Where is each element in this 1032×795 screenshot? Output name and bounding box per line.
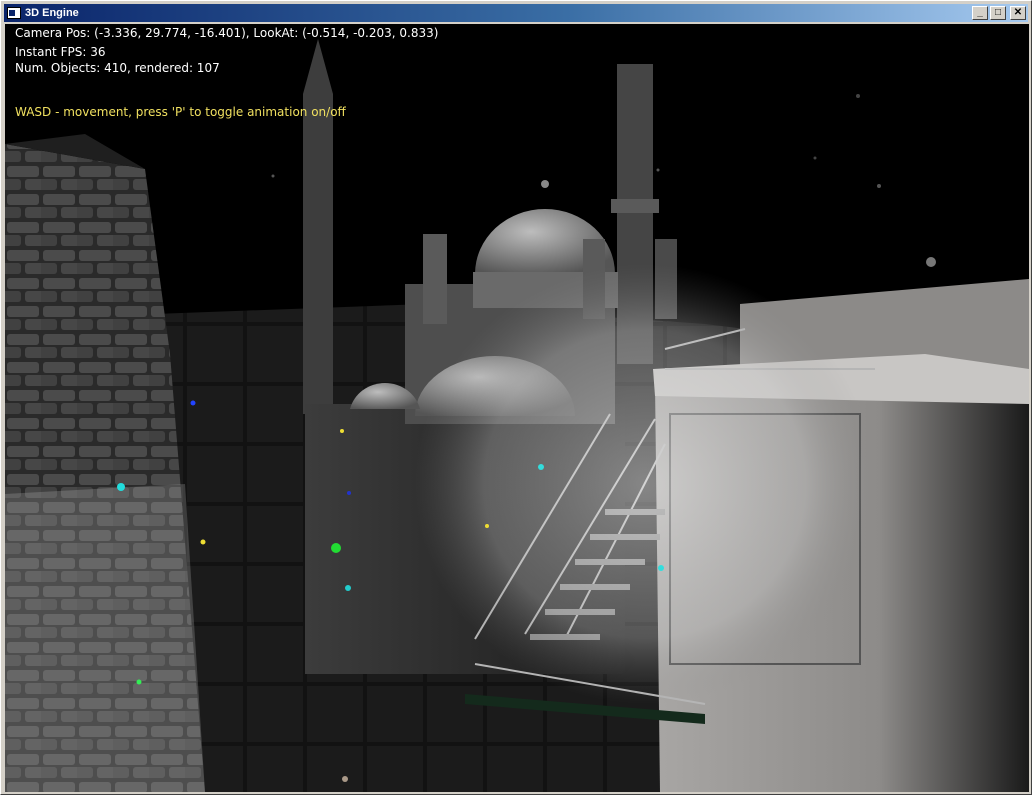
app-window: 3D Engine _ □ ✕ Camera Pos: (-3.336, 29.… xyxy=(0,0,1032,795)
title-bar[interactable]: 3D Engine _ □ ✕ xyxy=(4,4,1028,22)
app-window-icon[interactable] xyxy=(7,7,21,19)
fps-text: Instant FPS: 36 xyxy=(15,45,106,59)
scene-render xyxy=(5,24,1029,792)
camera-position-text: Camera Pos: (-3.336, 29.774, -16.401), L… xyxy=(15,26,439,40)
minaret-left xyxy=(303,39,333,414)
close-button[interactable]: ✕ xyxy=(1010,6,1026,20)
render-viewport[interactable]: Camera Pos: (-3.336, 29.774, -16.401), L… xyxy=(5,24,1029,792)
controls-help-text: WASD - movement, press 'P' to toggle ani… xyxy=(15,105,346,119)
maximize-button[interactable]: □ xyxy=(990,6,1006,20)
spotlight-glow xyxy=(415,264,875,704)
minimize-button[interactable]: _ xyxy=(972,6,988,20)
object-count-text: Num. Objects: 410, rendered: 107 xyxy=(15,61,220,75)
window-title: 3D Engine xyxy=(25,7,79,19)
